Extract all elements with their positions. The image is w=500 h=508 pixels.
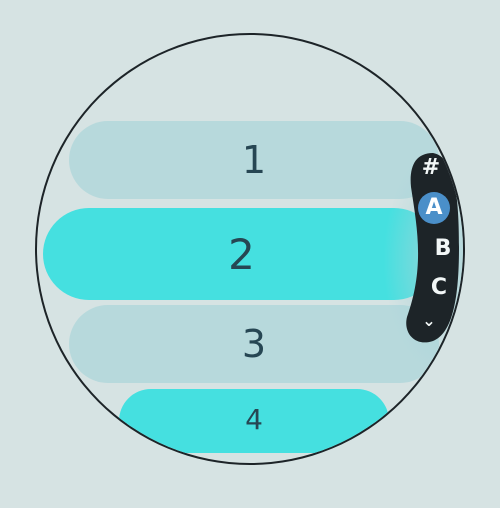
list-item-label: 4 bbox=[245, 402, 263, 436]
chevron-down-icon[interactable]: ⌄ bbox=[413, 305, 445, 337]
list-item-4[interactable]: 4 bbox=[119, 389, 389, 453]
index-letter-c[interactable]: C bbox=[423, 272, 455, 304]
index-letter-b[interactable]: B bbox=[427, 233, 459, 265]
index-letter-hash[interactable]: # bbox=[415, 152, 447, 184]
list-item-label: 1 bbox=[241, 138, 267, 182]
alphabet-index-bar[interactable]: # A B C ⌄ bbox=[395, 147, 463, 347]
index-letter-a-selected[interactable]: A bbox=[418, 192, 450, 224]
list-item-label: 2 bbox=[228, 229, 255, 279]
round-watch-face: 1 2 3 4 # A B C ⌄ bbox=[35, 33, 465, 465]
list-item-label: 3 bbox=[241, 322, 267, 366]
watch-screen: 1 2 3 4 # A B C ⌄ bbox=[0, 0, 500, 508]
list-item-2[interactable]: 2 bbox=[43, 208, 440, 300]
